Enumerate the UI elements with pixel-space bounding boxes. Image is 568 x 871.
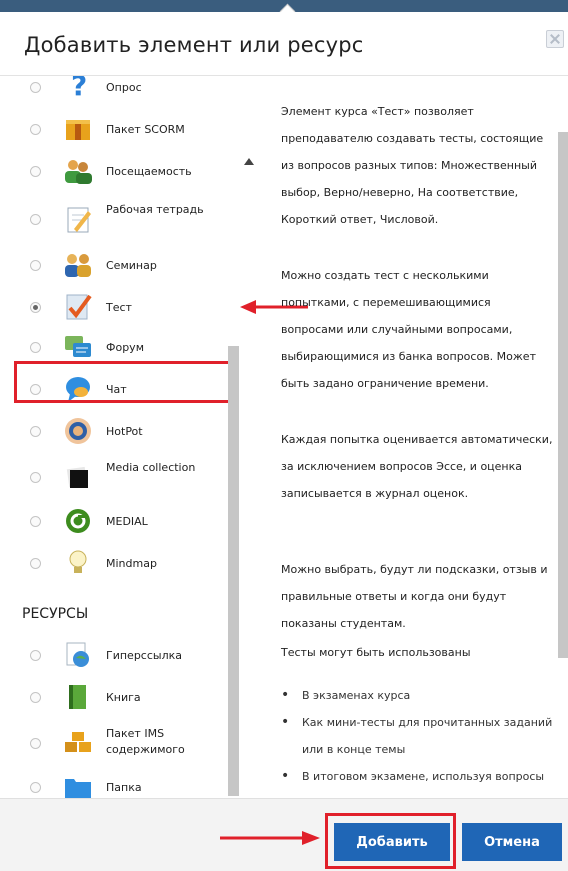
scroll-up-arrow-icon[interactable] bbox=[244, 158, 254, 165]
module-chooser-list[interactable]: ? Опрос Пакет SCORM Посещаемость Рабочая… bbox=[0, 76, 260, 798]
activity-label: Media collection bbox=[106, 461, 196, 474]
hotpot-hand-icon bbox=[65, 418, 91, 444]
book-icon bbox=[69, 685, 86, 709]
folder-icon bbox=[65, 779, 91, 798]
question-icon: ? bbox=[71, 76, 87, 101]
radio-button[interactable] bbox=[30, 650, 41, 661]
description-scrollbar-thumb[interactable] bbox=[558, 132, 568, 658]
resource-label: Пакет IMS содержимого bbox=[106, 727, 185, 756]
activity-label: Опрос bbox=[106, 81, 142, 94]
cancel-button[interactable]: Отмена bbox=[462, 823, 562, 861]
lightbulb-icon bbox=[69, 550, 87, 573]
resource-label: Папка bbox=[106, 781, 142, 794]
pointer-arrow-right-icon bbox=[220, 831, 320, 845]
list-scrollbar-thumb[interactable] bbox=[228, 346, 239, 796]
activity-label: Посещаемость bbox=[106, 165, 192, 178]
activity-label: MEDIAL bbox=[106, 515, 148, 528]
svg-text:?: ? bbox=[71, 76, 87, 101]
activity-label: Форум bbox=[106, 341, 144, 354]
radio-button[interactable] bbox=[30, 692, 41, 703]
medial-logo-icon bbox=[66, 509, 90, 533]
radio-button[interactable] bbox=[30, 516, 41, 527]
media-collection-icon bbox=[66, 466, 88, 488]
activity-label: HotPot bbox=[106, 425, 143, 438]
checkmark-quiz-icon bbox=[66, 294, 92, 320]
radio-button[interactable] bbox=[30, 124, 41, 135]
description-paragraph: Можно создать тест с несколькими попытка… bbox=[281, 269, 536, 390]
module-description-panel: Элемент курса «Тест» позволяет преподава… bbox=[260, 76, 560, 798]
activity-option-hotpot[interactable]: HotPot bbox=[0, 412, 230, 452]
activity-option-mindmap[interactable]: Mindmap bbox=[0, 544, 230, 584]
description-bullet-list: В экзаменах курса Как мини-тесты для про… bbox=[281, 682, 553, 798]
radio-button[interactable] bbox=[30, 558, 41, 569]
radio-button[interactable] bbox=[30, 782, 41, 793]
resource-option-ims[interactable]: Пакет IMS содержимого bbox=[0, 720, 230, 768]
description-bullet: В экзаменах курса bbox=[281, 682, 553, 709]
close-icon[interactable] bbox=[546, 30, 564, 48]
forum-bubbles-icon bbox=[65, 336, 91, 357]
description-paragraph: Тесты могут быть использованы bbox=[281, 646, 471, 659]
activity-label: Семинар bbox=[106, 259, 157, 272]
description-bullet: В итоговом экзамене, используя вопросы и… bbox=[281, 763, 553, 798]
ims-package-icon bbox=[65, 732, 91, 752]
resource-label: Гиперссылка bbox=[106, 649, 182, 662]
radio-button[interactable] bbox=[30, 82, 41, 93]
add-button[interactable]: Добавить bbox=[334, 823, 450, 861]
activity-option-media-collection[interactable]: Media collection bbox=[0, 454, 230, 502]
resource-label: Книга bbox=[106, 691, 141, 704]
notebook-pen-icon bbox=[67, 207, 91, 233]
activity-option-seminar[interactable]: Семинар bbox=[0, 246, 230, 286]
globe-link-icon bbox=[66, 642, 89, 667]
description-bullet: Как мини-тесты для прочитанных заданий и… bbox=[281, 709, 553, 763]
radio-button[interactable] bbox=[30, 166, 41, 177]
people-group-icon bbox=[65, 160, 92, 184]
description-paragraph: Элемент курса «Тест» позволяет преподава… bbox=[281, 105, 544, 226]
resources-section-heading: РЕСУРСЫ bbox=[22, 606, 89, 622]
page-header-bar bbox=[0, 0, 568, 20]
radio-button[interactable] bbox=[30, 426, 41, 437]
activity-option-survey[interactable]: ? Опрос bbox=[0, 76, 230, 108]
selection-highlight-box bbox=[14, 361, 234, 403]
activity-label: Рабочая тетрадь bbox=[106, 203, 204, 216]
resource-option-book[interactable]: Книга bbox=[0, 678, 230, 718]
radio-button[interactable] bbox=[30, 738, 41, 749]
radio-button[interactable] bbox=[30, 472, 41, 483]
activity-option-scorm[interactable]: Пакет SCORM bbox=[0, 110, 230, 150]
resource-option-url[interactable]: Гиперссылка bbox=[0, 636, 230, 676]
radio-button-selected[interactable] bbox=[30, 302, 41, 313]
package-box-icon bbox=[66, 120, 90, 140]
dropdown-notch bbox=[279, 3, 296, 20]
radio-button[interactable] bbox=[30, 214, 41, 225]
radio-button[interactable] bbox=[30, 342, 41, 353]
description-paragraph: Можно выбрать, будут ли подсказки, отзыв… bbox=[281, 563, 548, 630]
activity-label: Mindmap bbox=[106, 557, 157, 570]
resource-option-folder[interactable]: Папка bbox=[0, 772, 230, 798]
activity-label: Пакет SCORM bbox=[106, 123, 185, 136]
activity-option-quiz[interactable]: Тест bbox=[0, 288, 230, 328]
description-paragraph: Каждая попытка оценивается автоматически… bbox=[281, 433, 553, 500]
activity-option-attendance[interactable]: Посещаемость bbox=[0, 152, 230, 192]
activity-option-workbook[interactable]: Рабочая тетрадь bbox=[0, 196, 230, 244]
dialog-footer: Добавить Отмена bbox=[0, 798, 568, 871]
activity-option-medial[interactable]: MEDIAL bbox=[0, 502, 230, 542]
dialog-title: Добавить элемент или ресурс bbox=[24, 33, 364, 57]
activity-label: Тест bbox=[106, 301, 132, 314]
radio-button[interactable] bbox=[30, 260, 41, 271]
seminar-people-icon bbox=[65, 254, 91, 277]
